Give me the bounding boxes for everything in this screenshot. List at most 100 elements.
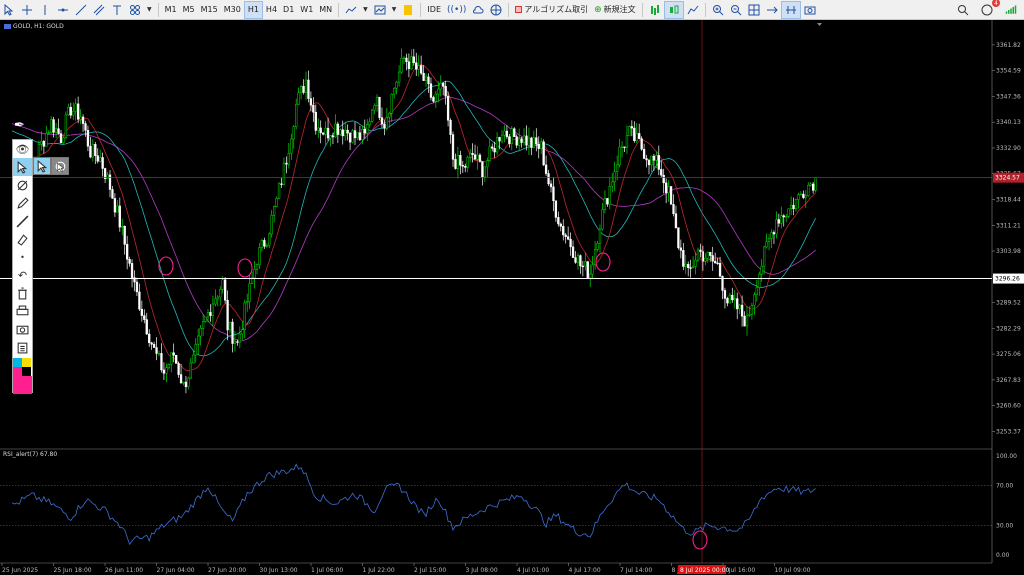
select-arrow-icon[interactable]	[13, 158, 32, 176]
horizontal-line-icon[interactable]	[54, 1, 72, 19]
select-move-icon[interactable]	[33, 157, 51, 175]
timeframe-m30[interactable]: M30	[221, 1, 244, 19]
rsi-tick-label: 30.00	[996, 522, 1013, 529]
vertical-line-icon[interactable]	[36, 1, 54, 19]
undo-icon[interactable]: ↶	[13, 266, 32, 284]
notifications-button[interactable]: 4	[978, 0, 1000, 19]
search-icon[interactable]	[954, 1, 972, 19]
candle-body	[358, 132, 362, 141]
cloud-icon[interactable]	[469, 1, 487, 19]
timeframe-m15[interactable]: M15	[198, 1, 221, 19]
candle-body	[371, 109, 374, 122]
drawing-palette: 👁 • ↶	[12, 139, 33, 394]
trend-line-icon[interactable]	[72, 1, 90, 19]
time-tick-label: 7 Jul 14:00	[620, 567, 652, 574]
candle-body	[763, 246, 766, 267]
screenshot-icon[interactable]	[801, 1, 819, 19]
pen-icon[interactable]: ✒	[14, 118, 28, 134]
candle-body	[103, 168, 107, 179]
cyan-swatch[interactable]	[13, 358, 22, 367]
market-watch-icon[interactable]	[399, 1, 417, 19]
cursor-time-label: 8 Jul 2025 00:00	[680, 567, 730, 574]
chart-type-icon[interactable]	[342, 1, 360, 19]
dot-icon[interactable]: •	[13, 248, 32, 266]
chevron-down-icon[interactable]: ▼	[360, 1, 371, 19]
yellow-swatch[interactable]	[22, 358, 31, 367]
candle-body	[571, 246, 575, 258]
eye-icon[interactable]: 👁	[13, 140, 32, 158]
candle-body	[628, 126, 631, 136]
timeframe-m1[interactable]: M1	[162, 1, 180, 19]
time-tick-label: 2 Jul 15:00	[414, 567, 446, 574]
candle-body	[373, 105, 376, 111]
cursor-tool-icon[interactable]	[0, 1, 18, 19]
candle-body	[584, 261, 587, 267]
candle-chart-icon[interactable]	[663, 0, 684, 19]
candle-body	[736, 298, 739, 310]
candle-body	[258, 247, 261, 266]
timeframe-h4[interactable]: H4	[263, 1, 280, 19]
price-chart[interactable]: 3361.823354.593347.363340.133332.903325.…	[0, 20, 1024, 575]
selected-color-swatch[interactable]	[13, 376, 32, 394]
algo-trading-button[interactable]: アルゴリズム取引	[512, 1, 591, 19]
ide-button[interactable]: IDE	[424, 1, 444, 19]
chevron-down-icon[interactable]: ▼	[389, 1, 400, 19]
clipboard-icon[interactable]	[13, 338, 32, 356]
trash-icon[interactable]	[13, 284, 32, 302]
candle-body	[500, 134, 504, 142]
zoom-in-icon[interactable]	[709, 1, 727, 19]
rsi-indicator-label: RSI_alert(7) 67.80	[3, 451, 58, 458]
price-tick-label: 3275.06	[996, 351, 1021, 358]
signal-icon[interactable]: ((•))	[444, 1, 469, 19]
candle-body	[743, 315, 746, 327]
templates-icon[interactable]	[371, 1, 389, 19]
candle-body	[513, 128, 516, 137]
crosshair-icon[interactable]	[18, 1, 36, 19]
black-swatch[interactable]	[22, 367, 31, 376]
candle-body	[143, 315, 146, 320]
select-area-icon[interactable]	[51, 157, 69, 175]
candle-body	[672, 204, 675, 214]
new-order-button[interactable]: ⊕ 新規注文	[591, 1, 639, 19]
toolbar-separator	[338, 2, 340, 17]
candle-body	[148, 333, 151, 344]
candle-body	[248, 283, 251, 302]
candle-body	[397, 71, 401, 83]
candle-body	[172, 352, 175, 356]
candle-body	[422, 72, 425, 81]
candle-body	[309, 98, 313, 106]
price-tick-label: 3311.21	[996, 222, 1021, 229]
line-chart-icon[interactable]	[684, 1, 702, 19]
text-tool-icon[interactable]	[108, 1, 126, 19]
timeframe-h1[interactable]: H1	[243, 0, 263, 19]
timeframe-w1[interactable]: W1	[297, 1, 316, 19]
zoom-out-icon[interactable]	[727, 1, 745, 19]
bar-chart-icon[interactable]	[646, 1, 664, 19]
candle-body	[393, 87, 396, 95]
time-tick-label: 4 Jul 17:00	[569, 567, 601, 574]
pencil-icon[interactable]	[13, 194, 32, 212]
price-tick-label: 3289.52	[996, 300, 1021, 307]
chart-shift-icon[interactable]	[780, 0, 801, 19]
candle-body	[64, 114, 68, 139]
candle-body	[486, 160, 489, 168]
globe-icon[interactable]	[487, 1, 505, 19]
chevron-down-icon[interactable]: ▼	[144, 1, 155, 19]
timeframe-mn[interactable]: MN	[316, 1, 335, 19]
candle-body	[466, 157, 469, 168]
line-icon[interactable]	[13, 212, 32, 230]
eraser-icon[interactable]	[13, 230, 32, 248]
timeframe-m5[interactable]: M5	[180, 1, 198, 19]
tile-windows-icon[interactable]	[745, 1, 763, 19]
shapes-icon[interactable]	[126, 1, 144, 19]
magenta-swatch[interactable]	[13, 367, 22, 376]
price-tick-label: 3253.37	[996, 428, 1021, 435]
signal-strength-icon[interactable]	[1002, 1, 1020, 19]
auto-scroll-icon[interactable]	[763, 1, 781, 19]
channel-icon[interactable]	[90, 1, 108, 19]
camera-icon[interactable]	[13, 320, 32, 338]
printer-icon[interactable]	[13, 302, 32, 320]
candle-body	[319, 127, 322, 134]
eraser-off-icon[interactable]	[13, 176, 32, 194]
timeframe-d1[interactable]: D1	[280, 1, 297, 19]
